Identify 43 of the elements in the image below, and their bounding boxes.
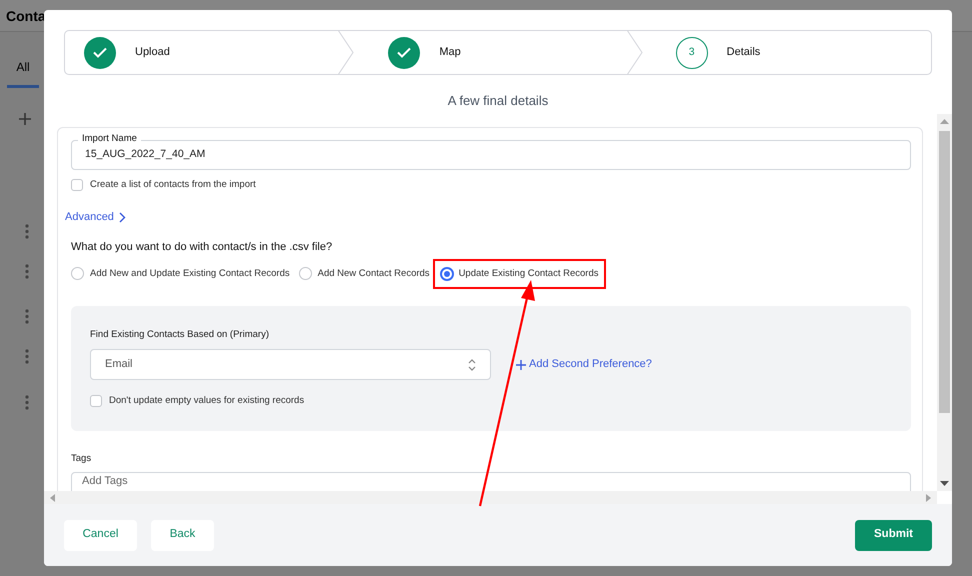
field-label: Find Existing Contacts Based on (Primary)	[90, 328, 270, 342]
scroll-right-icon[interactable]	[926, 494, 931, 502]
tab[interactable]: All	[7, 48, 39, 88]
advanced-link[interactable]: Advanced	[65, 209, 126, 226]
vertical-scrollbar[interactable]	[937, 114, 952, 491]
kebab-icon[interactable]	[25, 395, 29, 410]
checkbox-label: Create a list of contacts from the import	[90, 178, 256, 192]
step-number: 3	[676, 36, 708, 68]
checkbox[interactable]	[90, 395, 102, 408]
chevron-right-icon	[118, 212, 126, 223]
radio-label: Add New and Update Existing Contact Records	[90, 266, 290, 281]
cancel-button[interactable]: Cancel	[64, 520, 137, 550]
scroll-down-icon[interactable]	[940, 481, 949, 487]
question-text: What do you want to do with contact/s in the .csv file?	[71, 240, 334, 256]
step-label: Upload	[135, 45, 170, 60]
radio-button[interactable]	[71, 267, 84, 280]
plus-icon[interactable]	[18, 112, 32, 126]
submit-button[interactable]: Submit	[855, 520, 932, 550]
checkbox-label: Don't update empty values for existing records	[109, 394, 304, 408]
match-select[interactable]: Email	[90, 349, 491, 380]
horizontal-scrollbar[interactable]	[44, 491, 937, 504]
step-label: Map	[439, 45, 461, 60]
kebab-icon[interactable]	[25, 264, 29, 279]
field-label: Import Name	[78, 133, 141, 145]
radio-label: Add New Contact Records	[318, 266, 430, 281]
field-label: Tags	[71, 452, 92, 466]
sort-arrows-icon	[468, 358, 476, 370]
page-title: Conta	[6, 7, 46, 26]
dialog-subtitle: A few final details	[446, 92, 550, 108]
checkbox[interactable]	[71, 179, 83, 192]
plus-icon	[516, 360, 526, 370]
kebab-icon[interactable]	[25, 224, 29, 239]
radio-button[interactable]	[298, 267, 312, 280]
kebab-icon[interactable]	[25, 309, 29, 324]
radio-label: Update Existing Contact Records	[458, 266, 598, 281]
scroll-up-icon[interactable]	[940, 118, 949, 124]
step-label: Details	[726, 45, 760, 60]
back-button[interactable]: Back	[151, 520, 214, 550]
scroll-left-icon[interactable]	[50, 494, 55, 502]
add-preference-link[interactable]: Add Second Preference?	[516, 356, 652, 373]
kebab-icon[interactable]	[25, 349, 29, 364]
radio-button[interactable]	[440, 266, 454, 281]
scrollbar-thumb[interactable]	[939, 131, 950, 413]
